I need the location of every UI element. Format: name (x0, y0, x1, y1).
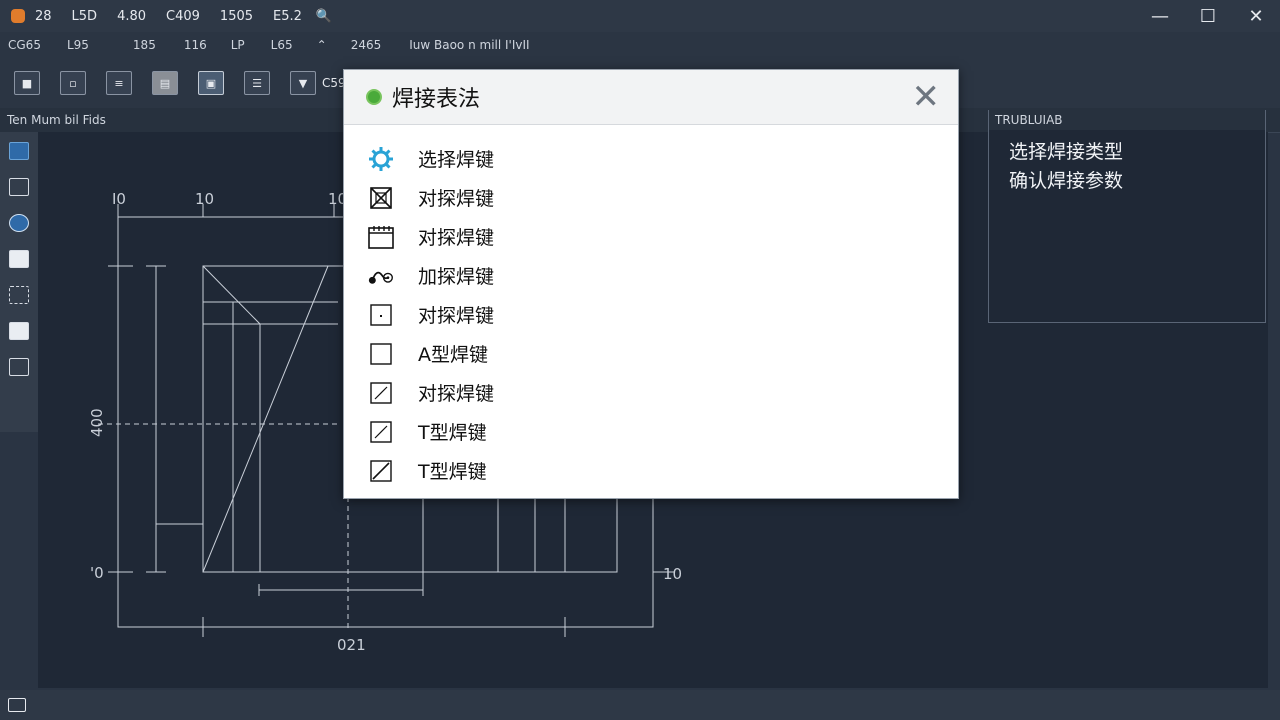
dimension-label: I0 (112, 190, 126, 208)
search-icon[interactable]: 🔍 (316, 9, 332, 24)
panel-line: 确认焊接参数 (1009, 170, 1124, 192)
weld-option[interactable]: 对探焊键 (344, 295, 958, 334)
gear-icon (368, 146, 394, 172)
square-slash-icon (368, 419, 394, 445)
bottom-bar (0, 690, 1280, 720)
weld-option-label: 对探焊键 (418, 305, 495, 327)
save-icon: ▣ (205, 76, 217, 90)
status-dot-icon (366, 89, 382, 105)
status-value: 116 (183, 38, 207, 52)
marker-icon[interactable] (9, 322, 29, 340)
frame-icon: ▫ (69, 76, 77, 90)
weld-option-label: 对探焊键 (418, 227, 495, 249)
grid-icon[interactable] (9, 286, 29, 304)
calendar-icon (368, 224, 394, 250)
panel-title: Ten Mum bil Fids (7, 113, 106, 127)
square-dot-icon: ■ (21, 76, 33, 90)
save-tool-button[interactable]: ▣ (198, 71, 224, 95)
weld-option-label: T型焊键 (418, 422, 487, 444)
weld-option-label: A型焊键 (418, 344, 488, 366)
status-value: ⌃ (316, 38, 327, 52)
status-value: LP (230, 38, 245, 52)
square-icon (368, 341, 394, 367)
dimension-label: 10 (663, 565, 682, 583)
select-tool-button[interactable]: ■ (14, 71, 40, 95)
maximize-button[interactable]: ☐ (1184, 0, 1232, 32)
status-value: 185 (132, 38, 156, 52)
menu-item[interactable]: E5.2 (273, 9, 302, 24)
weld-dialog: 焊接表法 ✕ 选择焊键 对探焊键 对探焊键 加探焊键 对探焊键 A型焊键 对探焊… (343, 69, 959, 499)
menu-item[interactable]: L5D (72, 9, 98, 24)
dimension-label: '0 (90, 564, 104, 582)
status-value: L65 (270, 38, 293, 52)
dimension-label: 400 (88, 408, 106, 437)
weld-option-label: 加探焊键 (418, 266, 495, 288)
menu-item[interactable]: 28 (35, 9, 52, 24)
bucket-icon: ▼ (298, 76, 308, 90)
status-value: CG65 (8, 38, 41, 52)
weld-option[interactable]: 选择焊键 (344, 139, 958, 178)
panel-header: TRUBLUIAB (989, 110, 1265, 130)
square-dot-icon (368, 302, 394, 328)
minimize-button[interactable]: — (1136, 0, 1184, 32)
weld-option[interactable]: 对探焊键 (344, 373, 958, 412)
dimension-label: 021 (337, 636, 366, 654)
status-text: Iuw Baoo n mill I'IvII (409, 38, 530, 52)
print-icon: ▤ (159, 76, 171, 90)
weld-option-label: 对探焊键 (418, 383, 495, 405)
menu-bar: 28 L5D 4.80 C409 1505 E5.2 (35, 9, 302, 24)
dialog-close-button[interactable]: ✕ (912, 80, 941, 114)
bucket-tool-button[interactable]: ▼ (290, 71, 316, 95)
weld-symbol-icon (368, 263, 394, 289)
box-x-icon (368, 185, 394, 211)
print-tool-button[interactable]: ▤ (152, 71, 178, 95)
diagonal-line (202, 265, 329, 573)
panel-line: 选择焊接类型 (1009, 141, 1124, 163)
weld-option[interactable]: 加探焊键 (344, 256, 958, 295)
left-sidebar (0, 132, 38, 432)
point-icon[interactable] (9, 250, 29, 268)
menu-item[interactable]: C409 (166, 9, 200, 24)
dimension-label: 10 (195, 190, 214, 208)
app-icon[interactable] (11, 9, 25, 23)
square-slash-icon (368, 380, 394, 406)
weld-option-label: 选择焊键 (418, 149, 495, 171)
properties-panel: TRUBLUIAB 选择焊接类型 确认焊接参数 (988, 110, 1266, 323)
dialog-header: 焊接表法 ✕ (344, 70, 958, 125)
window-controls: — ☐ ✕ (1136, 0, 1280, 32)
select-icon[interactable] (9, 142, 29, 160)
weld-option-label: 对探焊键 (418, 188, 495, 210)
diagonal-line (202, 265, 261, 325)
frame-tool-button[interactable]: ▫ (60, 71, 86, 95)
menu-item[interactable]: 1505 (220, 9, 253, 24)
title-bar: 28 L5D 4.80 C409 1505 E5.2 🔍 — ☐ ✕ (0, 0, 1280, 32)
list-icon: ☰ (252, 76, 262, 90)
list-tool-button[interactable]: ☰ (244, 71, 270, 95)
layout-icon[interactable] (8, 698, 26, 712)
weld-option-label: T型焊键 (418, 461, 487, 483)
status-row: CG65 L95 185 116 LP L65 ⌃ 2465 Iuw Baoo … (0, 32, 1280, 58)
circle-icon[interactable] (9, 214, 29, 232)
layer-tool-button[interactable]: ≡ (106, 71, 132, 95)
measure-icon[interactable] (9, 358, 29, 376)
status-value: 2465 (350, 38, 382, 52)
status-value: L95 (66, 38, 89, 52)
weld-option[interactable]: T型焊键 (344, 412, 958, 451)
weld-option[interactable]: 对探焊键 (344, 217, 958, 256)
weld-option[interactable]: 对探焊键 (344, 178, 958, 217)
dialog-title: 焊接表法 (392, 87, 481, 112)
weld-option[interactable]: A型焊键 (344, 334, 958, 373)
rectangle-icon[interactable] (9, 178, 29, 196)
weld-option[interactable]: T型焊键 (344, 451, 958, 490)
layer-icon: ≡ (114, 76, 124, 90)
menu-item[interactable]: 4.80 (117, 9, 146, 24)
weld-type-list: 选择焊键 对探焊键 对探焊键 加探焊键 对探焊键 A型焊键 对探焊键 T型焊键 … (344, 125, 958, 490)
square-slash-icon (368, 458, 394, 484)
close-button[interactable]: ✕ (1232, 0, 1280, 32)
